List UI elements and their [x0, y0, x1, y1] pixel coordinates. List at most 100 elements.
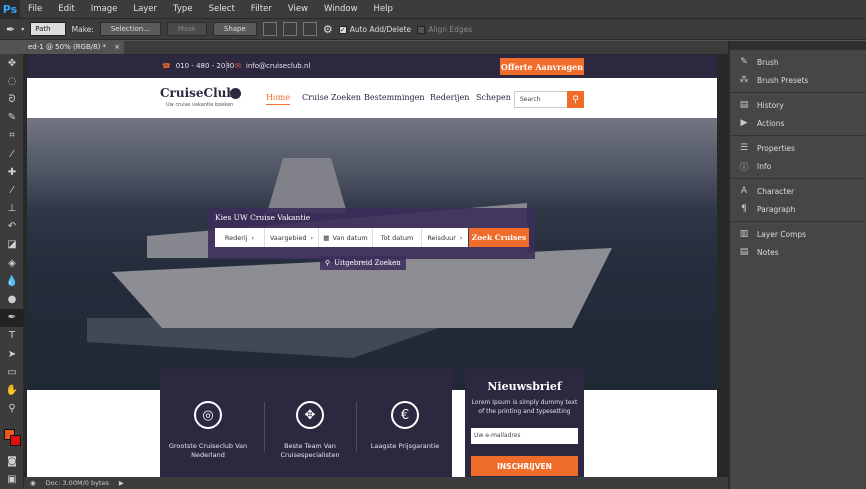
- search-icon[interactable]: ⚲: [567, 91, 584, 108]
- pen-tool-icon[interactable]: ✒: [0, 308, 24, 327]
- menu-layer[interactable]: Layer: [125, 4, 165, 14]
- eraser-tool-icon[interactable]: ◪: [0, 236, 24, 254]
- panel-dock-header: [730, 41, 866, 50]
- selection-button[interactable]: Selection...: [99, 22, 161, 36]
- site-navbar: CruiseClub Uw cruise vakantie boeken Hom…: [27, 78, 717, 118]
- field-tot-datum[interactable]: Tot datum: [373, 228, 422, 247]
- euro-icon: €: [391, 401, 419, 429]
- field-vaargebied[interactable]: Vaargebied ›: [265, 228, 319, 247]
- healing-brush-tool-icon[interactable]: ✚: [0, 163, 24, 181]
- history-brush-tool-icon[interactable]: ↶: [0, 218, 24, 236]
- rectangle-tool-icon[interactable]: ▭: [0, 363, 24, 381]
- menu-view[interactable]: View: [280, 4, 316, 14]
- background-color-swatch[interactable]: [10, 435, 21, 446]
- panel-actions-label: Actions: [757, 118, 785, 128]
- quote-button[interactable]: Offerte Aanvragen: [500, 58, 584, 75]
- panel-brush[interactable]: ✎ Brush: [730, 53, 866, 71]
- field-van-datum[interactable]: ▦ Van datum: [319, 228, 373, 247]
- feature-label: Beste Team Van Cruisespecialisten: [280, 442, 340, 459]
- feature-item: ✥ Beste Team Van Cruisespecialisten: [265, 401, 355, 460]
- status-icon[interactable]: ◉: [30, 479, 36, 487]
- eyedropper-tool-icon[interactable]: ⁄: [0, 145, 24, 163]
- hand-tool-icon[interactable]: ✋: [0, 381, 24, 399]
- status-menu-arrow-icon[interactable]: ▶: [119, 479, 124, 487]
- panel-character[interactable]: A Character: [730, 182, 866, 200]
- photoshop-logo: Ps: [0, 0, 20, 18]
- brush-tool-icon[interactable]: ⁄: [0, 181, 24, 199]
- align-edges-checkbox[interactable]: Align Edges: [417, 25, 472, 34]
- field-van-datum-label: Van datum: [332, 233, 368, 242]
- panel-group-layer-comps: ▥ Layer Comps ▤ Notes: [730, 222, 866, 264]
- nav-cruise-zoeken[interactable]: Cruise Zoeken: [302, 93, 361, 102]
- menu-select[interactable]: Select: [201, 4, 243, 14]
- compass-icon: ✥: [296, 401, 324, 429]
- paragraph-icon: ¶: [741, 204, 747, 214]
- panel-dock: ✎ Brush ⁂ Brush Presets ▤ History ▶ Actions …: [728, 41, 866, 489]
- blur-tool-icon[interactable]: 💧: [0, 272, 24, 290]
- panel-properties[interactable]: ☰ Properties: [730, 139, 866, 157]
- panel-layer-comps[interactable]: ▥ Layer Comps: [730, 225, 866, 243]
- menu-help[interactable]: Help: [366, 4, 401, 14]
- subscribe-button[interactable]: INSCHRIJVEN: [471, 456, 578, 476]
- site-logo[interactable]: CruiseClub: [160, 86, 235, 100]
- path-alignment-icon[interactable]: [282, 22, 297, 36]
- clone-stamp-tool-icon[interactable]: ⊥: [0, 200, 24, 218]
- lifebuoy-icon: ◎: [194, 401, 222, 429]
- nav-rederijen[interactable]: Rederijen: [430, 93, 469, 102]
- menu-image[interactable]: Image: [83, 4, 126, 14]
- pen-tool-preset-icon[interactable]: ✒: [6, 23, 15, 36]
- newsletter-email-input[interactable]: Uw e-mailadres: [471, 428, 578, 444]
- mask-button[interactable]: Mask: [166, 22, 207, 36]
- menu-window[interactable]: Window: [316, 4, 366, 14]
- field-reisduur[interactable]: Reisduur ›: [422, 228, 468, 247]
- quick-mask-icon[interactable]: ◙: [0, 452, 24, 470]
- field-reisduur-label: Reisduur: [427, 233, 456, 242]
- dodge-tool-icon[interactable]: ●: [0, 290, 24, 308]
- screen-mode-icon[interactable]: ▣: [0, 470, 24, 488]
- type-tool-icon[interactable]: T: [0, 327, 24, 345]
- close-icon[interactable]: ×: [114, 43, 120, 51]
- path-arrangement-icon[interactable]: [302, 22, 317, 36]
- lasso-tool-icon[interactable]: ᘐ: [0, 90, 24, 108]
- paint-bucket-tool-icon[interactable]: ◈: [0, 254, 24, 272]
- search-cruises-button[interactable]: Zoek Cruises: [469, 228, 529, 247]
- move-tool-icon[interactable]: ✥: [0, 54, 24, 72]
- field-rederij[interactable]: Rederij ›: [215, 228, 265, 247]
- gear-icon[interactable]: ⚙: [323, 23, 333, 36]
- status-bar: ◉ Doc: 3.00M/0 bytes ▶: [24, 477, 728, 489]
- panel-brush-presets[interactable]: ⁂ Brush Presets: [730, 71, 866, 89]
- menu-type[interactable]: Type: [165, 4, 201, 14]
- brush-icon: ✎: [740, 57, 748, 67]
- quick-selection-tool-icon[interactable]: ✎: [0, 109, 24, 127]
- nav-bestemmingen[interactable]: Bestemmingen: [364, 93, 425, 102]
- advanced-search-link[interactable]: ⚲ Uitgebreid Zoeken: [320, 256, 406, 270]
- shape-button[interactable]: Shape: [212, 22, 257, 36]
- crop-tool-icon[interactable]: ⌗: [0, 127, 24, 145]
- path-selection-tool-icon[interactable]: ➤: [0, 345, 24, 363]
- mode-select[interactable]: Path: [30, 22, 66, 36]
- panel-notes[interactable]: ▤ Notes: [730, 243, 866, 261]
- zoom-tool-icon[interactable]: ⚲: [0, 400, 24, 418]
- marquee-tool-icon[interactable]: ◌: [0, 72, 24, 90]
- panel-info[interactable]: ⓘ Info: [730, 157, 866, 175]
- newsletter-box: Nieuwsbrief Lorem Ipsum is simply dummy …: [465, 369, 584, 477]
- auto-add-delete-checkbox[interactable]: ✓ Auto Add/Delete: [338, 25, 411, 34]
- panel-actions[interactable]: ▶ Actions: [730, 114, 866, 132]
- panel-brush-presets-label: Brush Presets: [757, 75, 809, 85]
- notes-icon: ▤: [739, 247, 749, 257]
- panel-paragraph[interactable]: ¶ Paragraph: [730, 200, 866, 218]
- document-tab[interactable]: ed-1 @ 50% (RGB/8) * ×: [24, 41, 125, 54]
- phone-contact: ☎ 010 - 480 - 2080: [162, 62, 234, 70]
- feature-label: Laagste Prijsgarantie: [370, 442, 440, 450]
- site-search-input[interactable]: Search: [514, 91, 568, 108]
- menu-edit[interactable]: Edit: [50, 4, 82, 14]
- nav-home[interactable]: Home: [266, 93, 291, 105]
- tools-panel: ✥ ◌ ᘐ ✎ ⌗ ⁄ ✚ ⁄ ⊥ ↶ ◪ ◈ 💧 ● ✒ T ➤ ▭ ✋ ⚲ …: [0, 54, 24, 489]
- menu-file[interactable]: File: [20, 4, 50, 14]
- tool-preset-chevron-icon[interactable]: ▾: [21, 26, 24, 33]
- panel-history[interactable]: ▤ History: [730, 96, 866, 114]
- menu-filter[interactable]: Filter: [243, 4, 280, 14]
- nav-schepen[interactable]: Schepen: [476, 93, 511, 102]
- panel-group-properties: ☰ Properties ⓘ Info: [730, 136, 866, 179]
- path-operations-icon[interactable]: [262, 22, 277, 36]
